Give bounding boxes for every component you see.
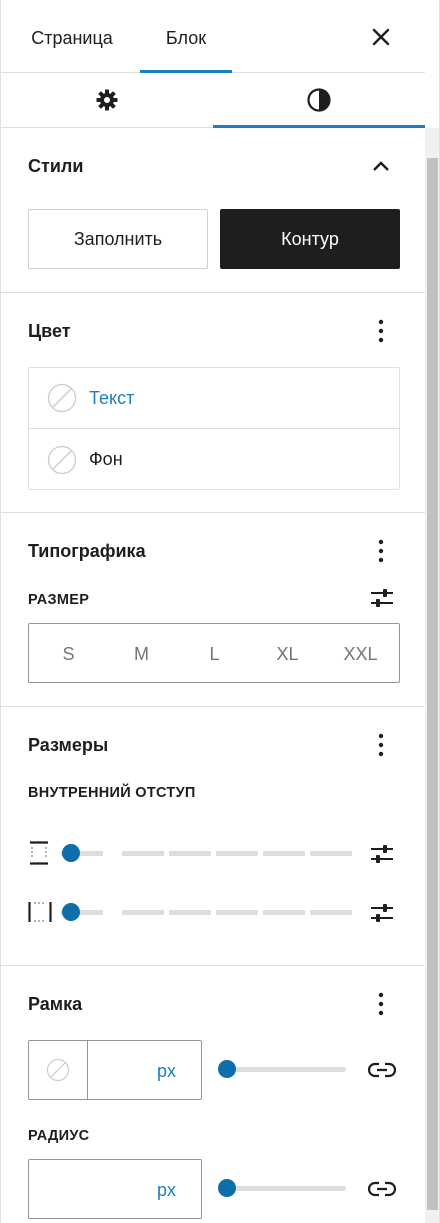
font-size-m[interactable]: M (105, 624, 178, 682)
font-size-s[interactable]: S (32, 624, 105, 682)
border-color-button[interactable] (29, 1041, 88, 1099)
padding-label: ВНУТРЕННИЙ ОТСТУП (28, 785, 196, 801)
style-fill-button[interactable]: Заполнить (28, 209, 208, 269)
padding-vertical-slider-thumb[interactable] (62, 844, 80, 862)
border-title: Рамка (28, 994, 83, 1014)
radius-label: РАДИУС (28, 1128, 90, 1144)
no-color-swatch-icon (47, 445, 77, 474)
more-vertical-icon (378, 733, 384, 757)
color-title: Цвет (28, 321, 71, 341)
border-radius-slider-thumb[interactable] (218, 1179, 236, 1197)
font-size-xxl[interactable]: XXL (324, 624, 397, 682)
settings-tabs (1, 73, 425, 128)
close-icon (372, 28, 390, 46)
link-icon (368, 1062, 396, 1078)
border-width-unit[interactable]: px (157, 1061, 176, 1082)
contrast-icon (307, 88, 331, 112)
tab-page[interactable]: Страница (15, 0, 129, 72)
color-item-label: Текст (89, 387, 135, 408)
border-width-control: px (28, 1040, 202, 1100)
border-width-input[interactable] (89, 1041, 201, 1099)
more-vertical-icon (378, 992, 384, 1016)
close-button[interactable] (361, 20, 401, 54)
settings-sliders-icon (371, 589, 393, 607)
collapse-styles-button[interactable] (367, 150, 395, 182)
padding-vertical-slider-track[interactable] (61, 851, 353, 856)
typography-title: Типографика (28, 541, 146, 561)
link-icon (368, 1181, 396, 1197)
border-width-slider-thumb[interactable] (218, 1060, 236, 1078)
color-item-background[interactable]: Фон (29, 429, 399, 490)
padding-horizontal-custom-button[interactable] (367, 898, 397, 928)
custom-size-button[interactable] (367, 583, 397, 613)
no-color-swatch-icon (47, 383, 77, 413)
dimensions-title: Размеры (28, 735, 109, 755)
color-options-button[interactable] (367, 315, 395, 347)
font-size-label: РАЗМЕР (28, 592, 90, 608)
chevron-up-icon (373, 161, 389, 171)
style-outline-button[interactable]: Контур (220, 209, 400, 269)
padding-horizontal-slider-track[interactable] (61, 910, 353, 915)
border-options-button[interactable] (367, 988, 395, 1020)
dimensions-panel: Размеры ВНУТРЕННИЙ ОТСТУП (1, 707, 425, 966)
styles-title: Стили (28, 156, 84, 176)
border-radius-control: px (28, 1159, 202, 1219)
color-item-text[interactable]: Текст (29, 368, 399, 429)
no-color-swatch-icon (46, 1058, 70, 1082)
tab-settings[interactable] (1, 73, 213, 127)
gear-icon (96, 89, 118, 111)
border-width-slider-track[interactable] (220, 1067, 346, 1072)
link-corners-button[interactable] (367, 1174, 397, 1204)
tab-block[interactable]: Блок (140, 0, 232, 73)
sidebar-tabs: Страница Блок (1, 0, 425, 73)
more-vertical-icon (378, 539, 384, 563)
more-vertical-icon (378, 319, 384, 343)
block-settings-sidebar: Страница Блок Стили Заполнить Контур Цве… (0, 0, 440, 1223)
padding-vertical-custom-button[interactable] (367, 839, 397, 869)
color-list: Текст Фон (28, 367, 400, 490)
padding-horizontal-icon (28, 902, 52, 922)
settings-sliders-icon (371, 904, 393, 922)
border-radius-slider-track[interactable] (220, 1186, 346, 1191)
scrollbar-thumb[interactable] (427, 158, 438, 1210)
padding-vertical-icon (30, 841, 48, 865)
color-item-label: Фон (89, 449, 123, 469)
typography-options-button[interactable] (367, 535, 395, 567)
border-radius-unit[interactable]: px (157, 1180, 176, 1201)
font-size-xl[interactable]: XL (251, 624, 324, 682)
dimensions-options-button[interactable] (367, 729, 395, 761)
tab-styles[interactable] (213, 73, 425, 128)
link-sides-button[interactable] (367, 1055, 397, 1085)
padding-horizontal-slider-thumb[interactable] (62, 903, 80, 921)
font-size-l[interactable]: L (178, 624, 251, 682)
settings-sliders-icon (371, 845, 393, 863)
font-size-picker: S M L XL XXL (28, 623, 400, 683)
